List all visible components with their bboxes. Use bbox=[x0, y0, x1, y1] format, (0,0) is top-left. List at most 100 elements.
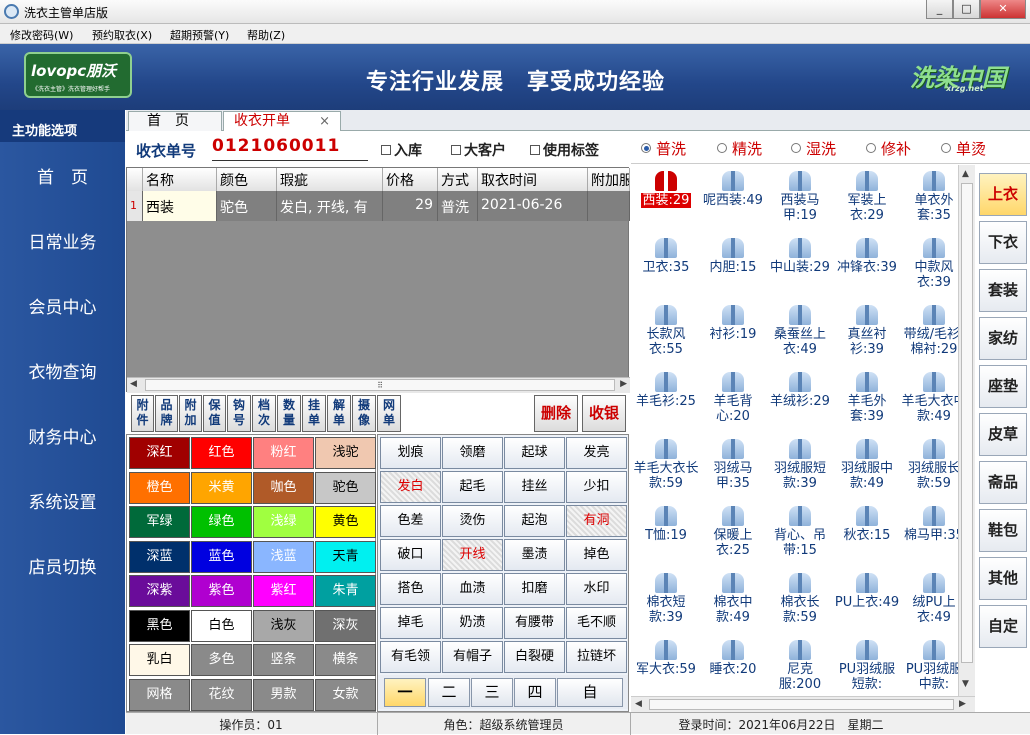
scroll-left-icon[interactable]: ◀ bbox=[635, 699, 642, 709]
defect-button[interactable]: 白裂硬 bbox=[504, 641, 565, 673]
garment-item[interactable]: 绒PU上衣:49 bbox=[900, 569, 958, 635]
cell-color[interactable]: 驼色 bbox=[217, 191, 277, 221]
color-swatch[interactable]: 朱青 bbox=[315, 575, 376, 607]
color-swatch[interactable]: 横条 bbox=[315, 644, 376, 676]
defect-button[interactable]: 毛不顺 bbox=[566, 607, 627, 639]
scroll-thumb[interactable] bbox=[649, 699, 954, 710]
close-button[interactable]: ✕ bbox=[980, 0, 1026, 19]
color-swatch[interactable]: 多色 bbox=[191, 644, 252, 676]
garment-item[interactable]: 西装马甲:19 bbox=[766, 167, 834, 233]
defect-button[interactable]: 拉链坏 bbox=[566, 641, 627, 673]
garment-item[interactable]: 睡衣:20 bbox=[699, 636, 767, 696]
category-item[interactable]: 家纺 bbox=[979, 317, 1027, 360]
defect-button[interactable]: 有腰带 bbox=[504, 607, 565, 639]
checkbox-use-label[interactable]: 使用标签 bbox=[530, 140, 599, 160]
color-swatch[interactable]: 深蓝 bbox=[129, 540, 190, 573]
category-item[interactable]: 套装 bbox=[979, 269, 1027, 312]
color-swatch[interactable]: 浅灰 bbox=[253, 609, 314, 642]
color-swatch[interactable]: 粉红 bbox=[253, 437, 314, 469]
garment-item[interactable]: 军大衣:59 bbox=[632, 636, 700, 696]
radio-fine-wash[interactable]: 精洗 bbox=[717, 138, 762, 159]
cell-name[interactable]: 西装 bbox=[143, 191, 217, 221]
category-item[interactable]: 下衣 bbox=[979, 221, 1027, 264]
cell-defect[interactable]: 发白, 开线, 有 bbox=[277, 191, 383, 221]
garment-item[interactable]: 内胆:15 bbox=[699, 234, 767, 300]
scroll-thumb[interactable]: ⠿ bbox=[145, 379, 615, 391]
scroll-left-icon[interactable]: ◀ bbox=[130, 379, 137, 389]
garment-item[interactable]: 军装上衣:29 bbox=[833, 167, 901, 233]
menu-change-password[interactable]: 修改密码(W) bbox=[10, 27, 73, 43]
color-swatch[interactable]: 军绿 bbox=[129, 506, 190, 538]
items-vertical-scrollbar[interactable]: ▲ ▼ bbox=[958, 165, 975, 696]
defect-button[interactable]: 血渍 bbox=[442, 573, 503, 605]
sidebar-item-garment-query[interactable]: 衣物查询 bbox=[0, 358, 125, 383]
garment-item[interactable]: 长款风衣:55 bbox=[632, 301, 700, 367]
page-2-button[interactable]: 二 bbox=[428, 678, 470, 707]
category-item[interactable]: 上衣 bbox=[979, 173, 1027, 216]
garment-item[interactable]: 衬衫:19 bbox=[699, 301, 767, 367]
cell-extra[interactable] bbox=[588, 191, 630, 221]
insured-value-button[interactable]: 保值 bbox=[203, 395, 226, 432]
scroll-up-icon[interactable]: ▲ bbox=[962, 169, 969, 179]
garment-item[interactable]: 单衣外套:35 bbox=[900, 167, 958, 233]
color-swatch[interactable]: 竖条 bbox=[253, 644, 314, 676]
defect-button[interactable]: 有洞 bbox=[566, 505, 627, 537]
menu-reserve-pickup[interactable]: 预约取衣(X) bbox=[92, 27, 152, 43]
color-swatch[interactable]: 黄色 bbox=[315, 506, 376, 538]
sidebar-item-finance[interactable]: 财务中心 bbox=[0, 423, 125, 448]
category-item[interactable]: 自定 bbox=[979, 605, 1027, 648]
garment-item[interactable]: 羊毛大衣长款:59 bbox=[632, 435, 700, 501]
color-swatch[interactable]: 橙色 bbox=[129, 471, 190, 504]
defect-button[interactable]: 起泡 bbox=[504, 505, 565, 537]
scroll-thumb[interactable] bbox=[961, 183, 973, 663]
defect-button[interactable]: 掉色 bbox=[566, 539, 627, 571]
col-price[interactable]: 价格 bbox=[383, 168, 438, 191]
color-swatch[interactable]: 浅驼 bbox=[315, 437, 376, 469]
garment-item[interactable]: PU羽绒服短款: bbox=[833, 636, 901, 696]
quantity-button[interactable]: 数量 bbox=[277, 395, 301, 432]
sidebar-item-settings[interactable]: 系统设置 bbox=[0, 488, 125, 513]
color-swatch[interactable]: 花纹 bbox=[191, 678, 252, 711]
page-3-button[interactable]: 三 bbox=[471, 678, 513, 707]
defect-button[interactable]: 起球 bbox=[504, 437, 565, 469]
color-swatch[interactable]: 深紫 bbox=[129, 575, 190, 607]
garment-item[interactable]: 羊毛衫:25 bbox=[632, 368, 700, 434]
radio-repair[interactable]: 修补 bbox=[866, 138, 911, 159]
color-swatch[interactable]: 浅蓝 bbox=[253, 540, 314, 573]
defect-button[interactable]: 掉毛 bbox=[380, 607, 441, 639]
tab-receive-order[interactable]: 收衣开单 × bbox=[223, 111, 341, 131]
menu-overdue-warning[interactable]: 超期预警(Y) bbox=[170, 27, 229, 43]
grid-horizontal-scrollbar[interactable]: ◀ ⠿ ▶ bbox=[127, 377, 630, 393]
defect-button[interactable]: 开线 bbox=[442, 539, 503, 571]
delete-button[interactable]: 删除 bbox=[534, 395, 578, 432]
release-order-button[interactable]: 解单 bbox=[327, 395, 351, 432]
order-number-field[interactable]: 0121060011 bbox=[212, 136, 368, 161]
color-swatch[interactable]: 紫色 bbox=[191, 575, 252, 607]
defect-button[interactable]: 有帽子 bbox=[442, 641, 503, 673]
page-1-button[interactable]: 一 bbox=[384, 678, 426, 707]
camera-button[interactable]: 摄像 bbox=[352, 395, 376, 432]
col-method[interactable]: 方式 bbox=[438, 168, 478, 191]
scroll-down-icon[interactable]: ▼ bbox=[962, 679, 969, 689]
col-name[interactable]: 名称 bbox=[143, 168, 217, 191]
sidebar-item-members[interactable]: 会员中心 bbox=[0, 293, 125, 318]
category-item[interactable]: 斋品 bbox=[979, 461, 1027, 504]
menu-help[interactable]: 帮助(Z) bbox=[247, 27, 285, 43]
sidebar-item-switch-staff[interactable]: 店员切换 bbox=[0, 553, 125, 578]
checkbox-vip[interactable]: 大客户 bbox=[451, 140, 506, 160]
defect-button[interactable]: 挂丝 bbox=[504, 471, 565, 503]
color-swatch[interactable]: 深灰 bbox=[315, 609, 376, 642]
checkbox-storage[interactable]: 入库 bbox=[381, 140, 422, 160]
web-order-button[interactable]: 网单 bbox=[377, 395, 401, 432]
col-defect[interactable]: 瑕疵 bbox=[277, 168, 383, 191]
garment-item[interactable]: 冲锋衣:39 bbox=[833, 234, 901, 300]
defect-button[interactable]: 墨渍 bbox=[504, 539, 565, 571]
col-pickup-time[interactable]: 取衣时间 bbox=[478, 168, 588, 191]
page-custom-button[interactable]: 自 bbox=[557, 678, 623, 707]
color-swatch[interactable]: 天青 bbox=[315, 540, 376, 573]
color-swatch[interactable]: 浅绿 bbox=[253, 506, 314, 538]
hook-number-button[interactable]: 钩号 bbox=[227, 395, 251, 432]
defect-button[interactable]: 领磨 bbox=[442, 437, 503, 469]
color-swatch[interactable]: 乳白 bbox=[129, 644, 190, 676]
tab-close-icon[interactable]: × bbox=[319, 112, 330, 131]
